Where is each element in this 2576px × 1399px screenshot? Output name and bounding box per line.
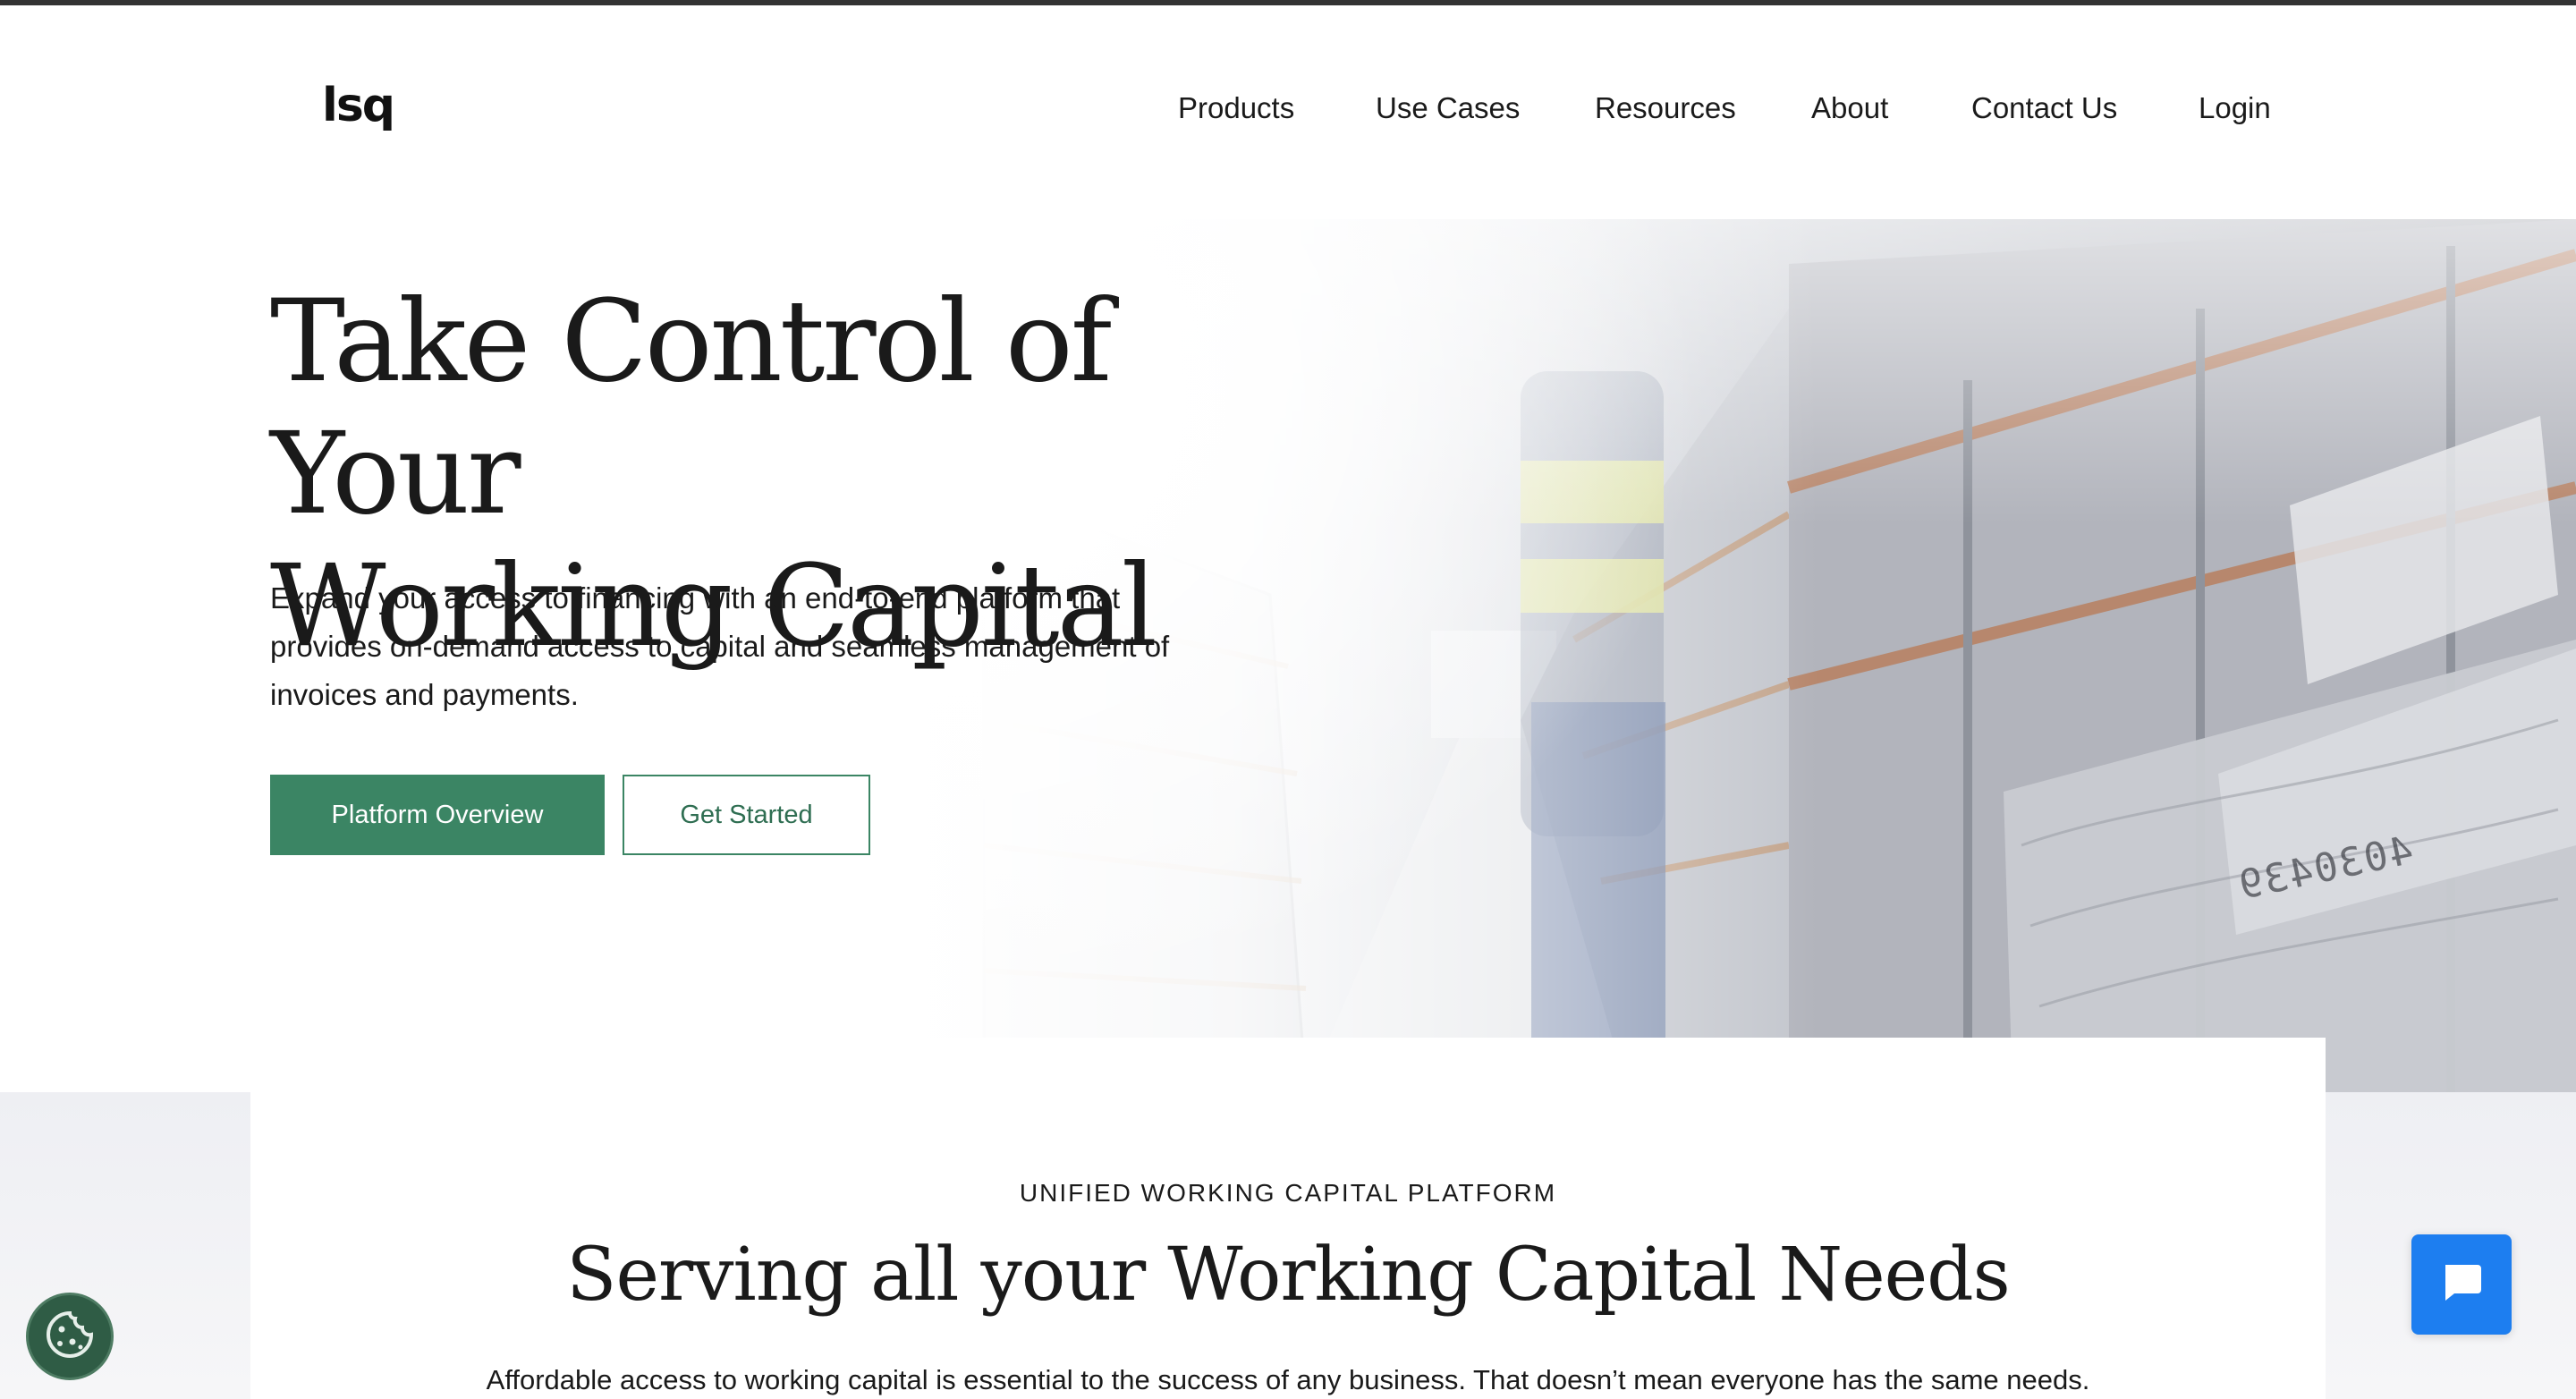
- nav-about[interactable]: About: [1811, 91, 1888, 125]
- chat-widget-button[interactable]: [2411, 1234, 2512, 1335]
- hero-description: Expand your access to financing with an …: [270, 581, 1170, 711]
- section-text: Affordable access to working capital is …: [486, 1364, 2090, 1395]
- nav-products[interactable]: Products: [1178, 91, 1294, 125]
- nav-contact-us[interactable]: Contact Us: [1971, 91, 2117, 125]
- main-nav: Products Use Cases Resources About Conta…: [0, 91, 2576, 136]
- top-border: [0, 0, 2576, 5]
- platform-card: [250, 1038, 2326, 1399]
- platform-overview-button[interactable]: Platform Overview: [270, 775, 605, 855]
- get-started-button[interactable]: Get Started: [623, 775, 870, 855]
- hero-title-line-1: Take Control of Your: [270, 276, 1112, 539]
- section-title: Serving all your Working Capital Needs: [566, 1233, 2010, 1318]
- chat-bubble-icon: [2438, 1259, 2485, 1310]
- nav-resources[interactable]: Resources: [1595, 91, 1736, 125]
- section-eyebrow: UNIFIED WORKING CAPITAL PLATFORM: [1019, 1179, 1557, 1207]
- nav-use-cases[interactable]: Use Cases: [1376, 91, 1520, 125]
- cookie-icon: [43, 1308, 97, 1366]
- cookie-settings-button[interactable]: [26, 1293, 114, 1380]
- nav-login[interactable]: Login: [2199, 91, 2271, 125]
